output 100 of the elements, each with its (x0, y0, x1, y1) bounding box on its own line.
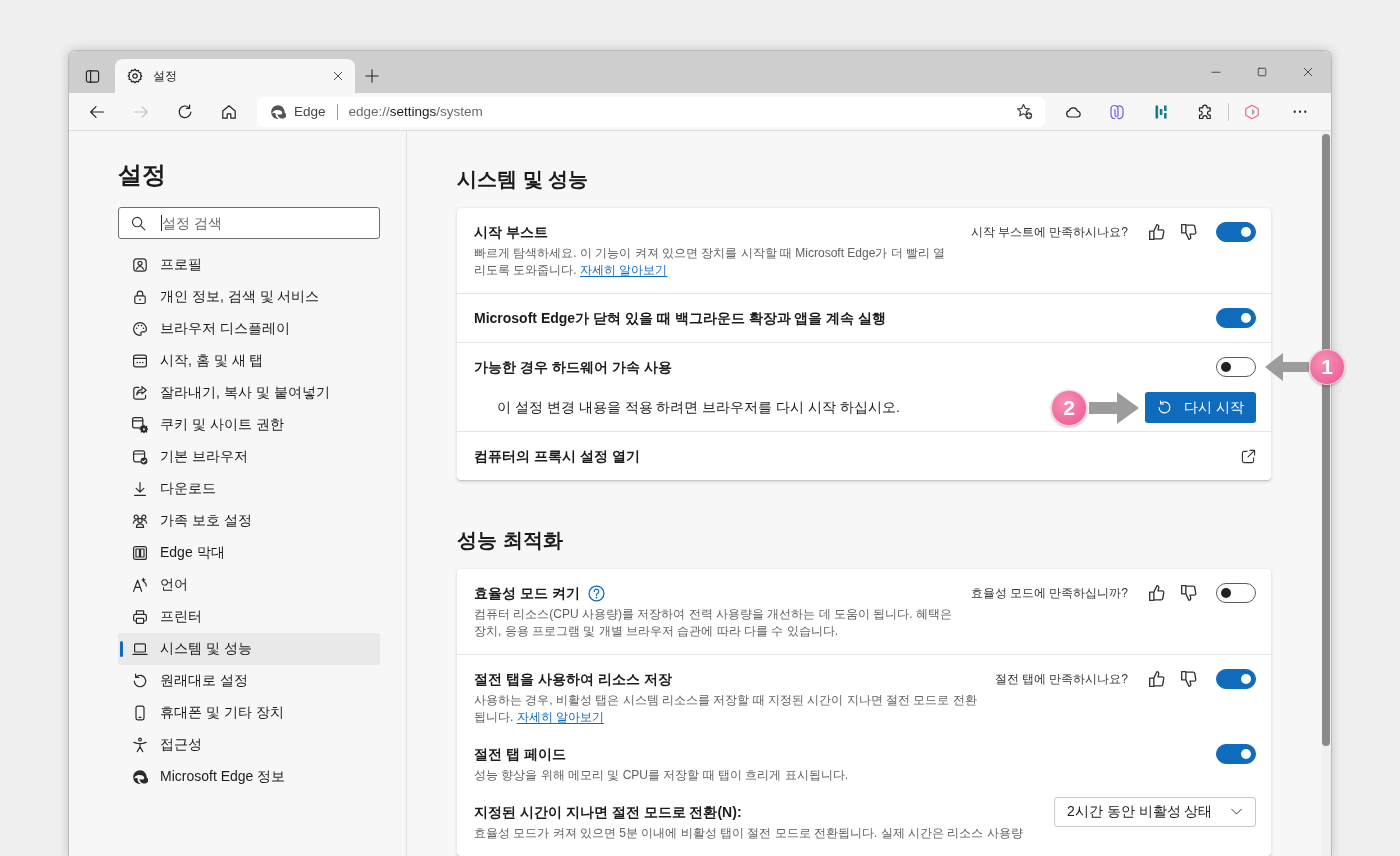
sidebar-item[interactable]: 다운로드 (118, 473, 380, 505)
setting-title: 가능한 경우 하드웨어 가속 사용 (474, 358, 672, 377)
restart-button[interactable]: 다시 시작 (1145, 392, 1256, 423)
thumbs-down-icon[interactable] (1180, 584, 1198, 602)
sidebar-item[interactable]: 프린터 (118, 601, 380, 633)
dropdown-select[interactable]: 2시간 동안 비활성 상태 (1054, 797, 1256, 827)
gear-icon (127, 68, 143, 84)
search-icon (131, 215, 146, 231)
phone-icon (132, 705, 148, 721)
url-text: edge://settings/system (348, 104, 483, 119)
reset-icon (132, 673, 148, 689)
lock-icon (132, 289, 148, 305)
profile-icon (132, 257, 148, 273)
plus-icon[interactable] (365, 69, 379, 83)
browser-tab[interactable]: 설정 (115, 59, 355, 93)
address-bar[interactable]: Edge edge://settings/system (257, 96, 1045, 127)
feedback-prompt: 시작 부스트에 만족하시나요? (970, 223, 1128, 241)
laptop-icon (132, 641, 148, 657)
sidebar-item[interactable]: 프로필 (118, 249, 380, 281)
search-field[interactable]: 설정 검색 (118, 207, 380, 239)
setting-description: 사용하는 경우, 비활성 탭은 시스템 리소스를 저장할 때 지정된 시간이 지나면 절전 모드로 전환됩니다. 자세히 알아보기 (474, 692, 978, 726)
step-number-badge: 1 (1309, 349, 1345, 385)
setting-title: 컴퓨터의 프록시 설정 열기 (474, 447, 640, 466)
sidebar-item[interactable]: 쿠키 및 사이트 권한 (118, 409, 380, 441)
restart-icon (1157, 400, 1173, 415)
sidebar-item[interactable]: 접근성 (118, 729, 380, 761)
browser-logo-icon (270, 103, 286, 120)
setting-description: 성능 향상을 위해 메모리 및 CPU를 저장할 때 탭이 흐리게 표시됩니다. (474, 767, 849, 784)
thumbs-up-icon[interactable] (1148, 584, 1166, 602)
setting-title: Microsoft Edge가 닫혀 있을 때 백그라운드 확장과 앱을 계속 실행 (474, 309, 887, 328)
star-plus-icon[interactable] (1016, 103, 1033, 120)
home-icon[interactable] (221, 103, 237, 120)
toggle-switch[interactable] (1216, 357, 1256, 377)
toggle-switch[interactable] (1216, 222, 1256, 242)
hexagon-icon[interactable] (1244, 103, 1260, 120)
learn-more-link[interactable]: 자세히 알아보기 (580, 263, 668, 277)
puzzle-icon[interactable] (1197, 103, 1213, 120)
thumbs-down-icon[interactable] (1180, 670, 1198, 688)
feedback-prompt: 절전 탭에 만족하시나요? (994, 670, 1128, 688)
callout-arrow (1089, 391, 1139, 424)
thumbs-up-icon[interactable] (1148, 670, 1166, 688)
printer-icon (132, 609, 148, 625)
help-icon[interactable] (587, 584, 605, 602)
people-icon (132, 513, 148, 529)
thumbs-up-icon[interactable] (1148, 223, 1166, 241)
site-label: Edge (294, 104, 326, 119)
sidebar-item[interactable]: Edge 막대 (118, 537, 380, 569)
bars-icon[interactable] (1153, 103, 1169, 120)
close-icon[interactable] (1303, 67, 1313, 77)
toggle-switch[interactable] (1216, 744, 1256, 764)
setting-title: 절전 탭 페이드 (474, 745, 566, 764)
thumbs-down-icon[interactable] (1180, 223, 1198, 241)
close-icon[interactable] (333, 71, 343, 81)
share-icon (132, 385, 148, 401)
learn-more-link[interactable]: 자세히 알아보기 (516, 710, 605, 724)
setting-description: 빠르게 탐색하세요. 이 기능이 켜져 있으면 장치를 시작할 때 Microsoft Edge가 더 빨리 열리도록 도와줍니다. 자세히 알아보기 (474, 245, 947, 279)
paperclip-icon[interactable] (1109, 103, 1125, 120)
window-icon (132, 353, 148, 369)
palette-icon (132, 321, 148, 337)
chevron-down-icon (1230, 808, 1243, 816)
sidebar-item[interactable]: 기본 브라우저 (118, 441, 380, 473)
toggle-switch[interactable] (1216, 308, 1256, 328)
feedback-prompt: 효율성 모드에 만족하십니까? (970, 584, 1128, 602)
sidebar-item[interactable]: 언어 (118, 569, 380, 601)
back-icon[interactable] (89, 103, 105, 120)
panel-icon (132, 545, 148, 561)
toggle-switch[interactable] (1216, 669, 1256, 689)
setting-title: 시작 부스트 (474, 223, 548, 242)
minimize-icon[interactable] (1211, 70, 1221, 74)
sidebar-item[interactable]: 잘라내기, 복사 및 붙여넣기 (118, 377, 380, 409)
step-number-badge: 2 (1051, 389, 1087, 426)
sidebar-item[interactable]: 시작, 홈 및 새 탭 (118, 345, 380, 377)
panel-icon[interactable] (84, 68, 100, 84)
sidebar-item[interactable]: 브라우저 디스플레이 (118, 313, 380, 345)
setting-description: 효율성 모드가 켜져 있으면 5분 이내에 비활성 탭이 절전 모드로 전환됩니다. 실제 시간은 리소스 사용량 (474, 825, 1024, 842)
sidebar-item[interactable]: Microsoft Edge 정보 (118, 761, 380, 793)
callout-arrow (1265, 353, 1309, 381)
maximize-icon[interactable] (1257, 67, 1267, 77)
sidebar-item[interactable]: 휴대폰 및 기타 장치 (118, 697, 380, 729)
section-heading: 시스템 및 성능 (457, 167, 590, 191)
browser-logo-icon (132, 769, 148, 785)
language-icon (132, 577, 148, 593)
setting-description: 컴퓨터 리소스(CPU 사용량)를 저장하여 전력 사용량을 개선하는 데 도움이 됩니다. 혜택은 장치, 응용 프로그램 및 개별 브라우저 습관에 따라 다를 수 있습니다. (474, 606, 953, 640)
setting-title: 절전 탭을 사용하여 리소스 저장 (474, 670, 672, 689)
download-icon (132, 481, 148, 497)
sidebar-item[interactable]: 시스템 및 성능 (118, 633, 380, 665)
toggle-switch[interactable] (1216, 583, 1256, 603)
accessibility-icon (132, 737, 148, 753)
more-icon[interactable] (1293, 109, 1307, 114)
external-link-icon[interactable] (1241, 448, 1256, 464)
setting-title: 효율성 모드 켜기 (474, 584, 580, 603)
sidebar-item[interactable]: 가족 보호 설정 (118, 505, 380, 537)
window-gear-icon (132, 417, 148, 433)
refresh-icon[interactable] (177, 103, 193, 120)
sidebar-item[interactable]: 개인 정보, 검색 및 서비스 (118, 281, 380, 313)
section-heading: 성능 최적화 (457, 528, 564, 552)
setting-title: 지정된 시간이 지나면 절전 모드로 전환(N): (474, 803, 742, 822)
sidebar-title: 설정 (118, 160, 167, 190)
restart-notice: 이 설정 변경 내용을 적용 하려면 브라우저를 다시 시작 하십시오. (497, 398, 900, 417)
sidebar-item[interactable]: 원래대로 설정 (118, 665, 380, 697)
